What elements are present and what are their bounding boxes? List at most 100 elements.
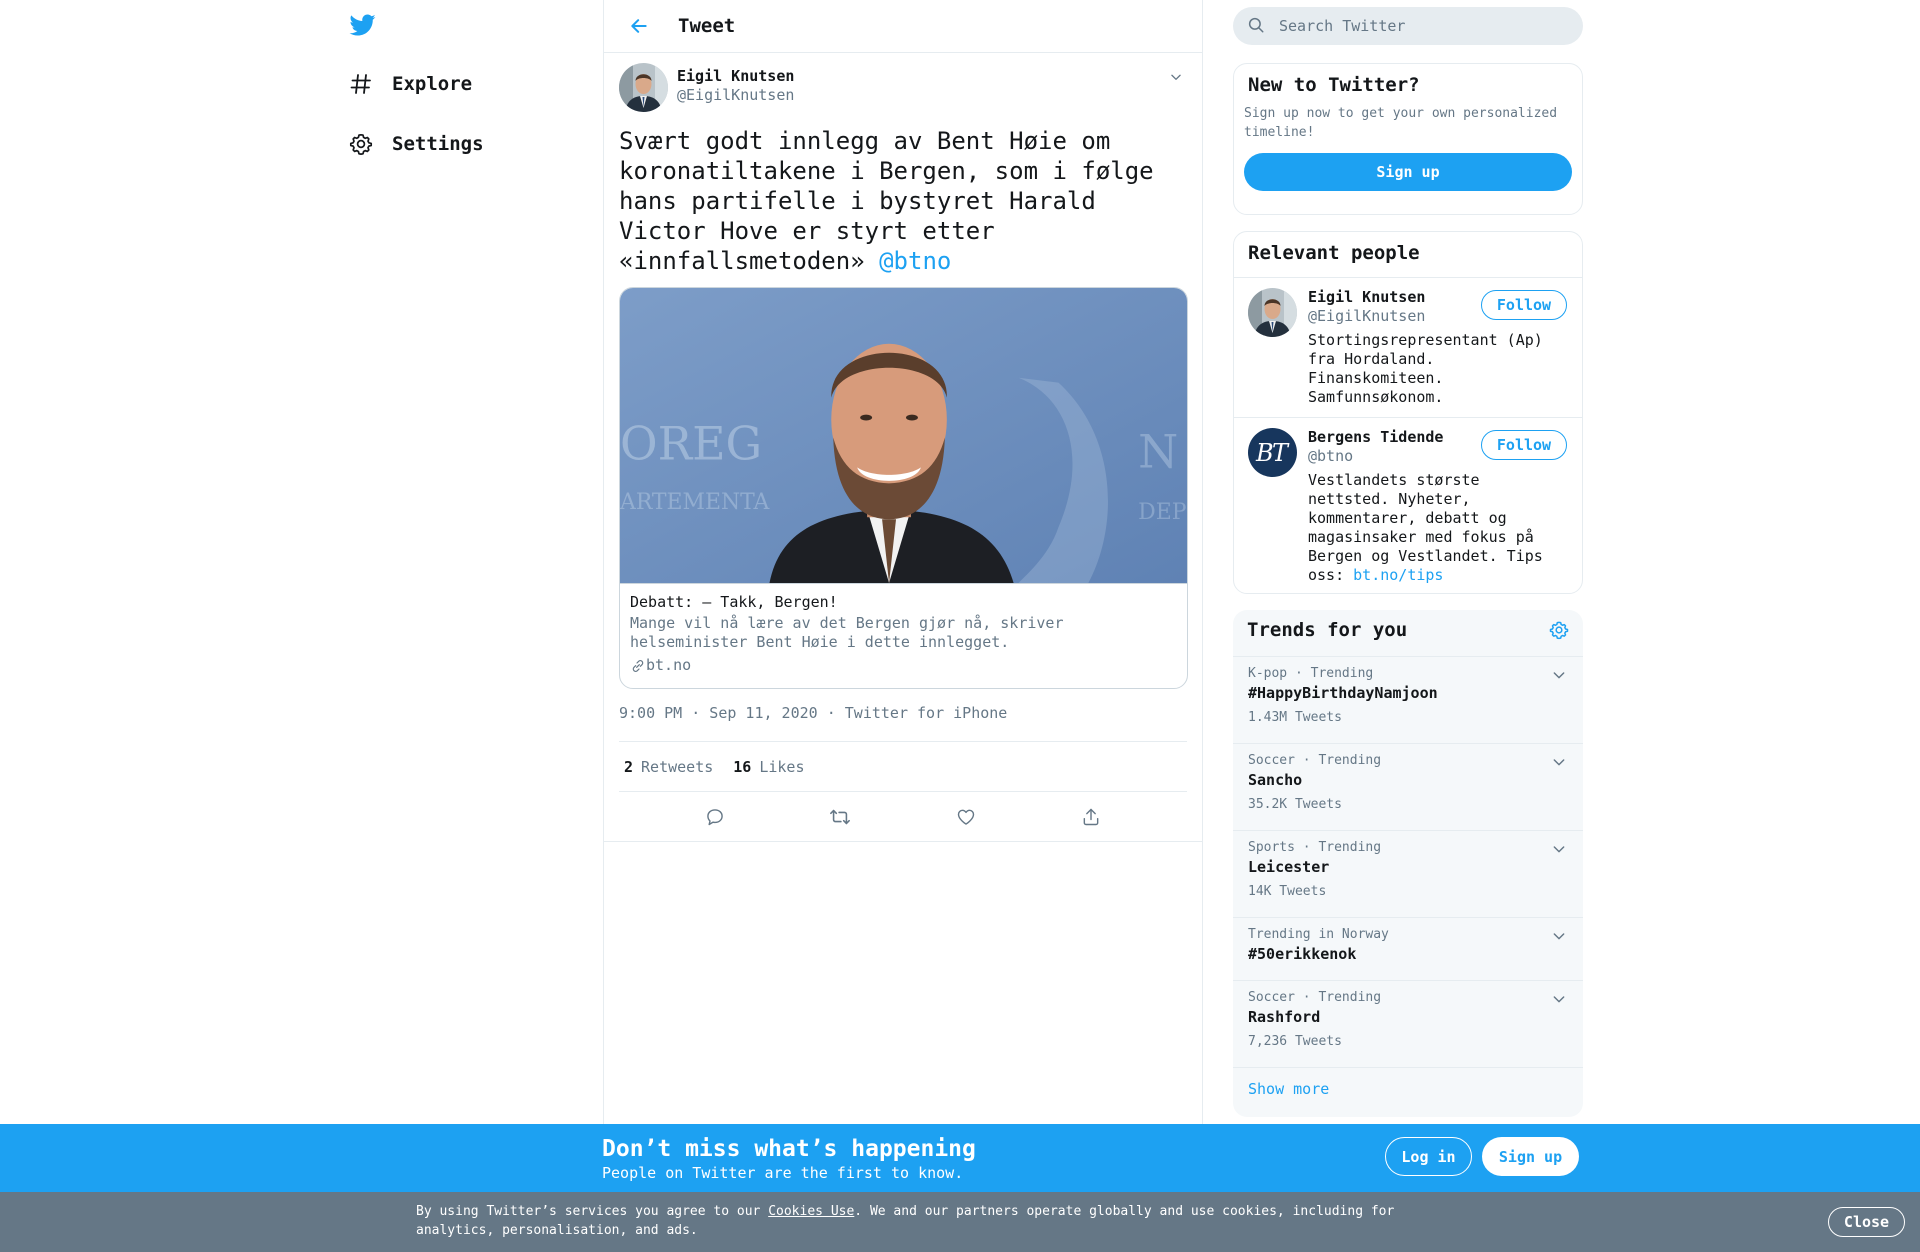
avatar[interactable]	[619, 63, 668, 112]
gear-icon[interactable]	[1549, 620, 1569, 640]
chevron-down-icon[interactable]	[1551, 928, 1569, 946]
prompt-subtitle: People on Twitter are the first to know.	[602, 1164, 964, 1182]
new-to-twitter-title: New to Twitter?	[1248, 74, 1420, 96]
mention-link[interactable]: @btno	[879, 247, 951, 275]
chevron-down-icon[interactable]	[1551, 754, 1569, 772]
chevron-down-icon[interactable]	[1551, 991, 1569, 1009]
retweets-count: 2	[624, 757, 634, 776]
trend-context: Trending in Norway	[1248, 927, 1389, 942]
author-name[interactable]: Eigil Knutsen	[677, 67, 794, 86]
trend-context: Sports · Trending	[1248, 840, 1382, 855]
gear-icon	[348, 131, 374, 157]
new-to-twitter-panel: New to Twitter? Sign up now to get your …	[1233, 63, 1583, 215]
signup-button[interactable]: Sign up	[1482, 1137, 1579, 1176]
svg-text:ARTEMENTA: ARTEMENTA	[620, 490, 771, 515]
tweet-actions	[604, 792, 1202, 842]
card-image[interactable]: OREG ARTEMENTA N DEP	[620, 288, 1187, 584]
retweets-stat[interactable]: 2 Retweets	[624, 758, 713, 776]
nav-label-settings: Settings	[392, 133, 484, 155]
nav-item-explore[interactable]: Explore	[348, 64, 472, 104]
svg-text:DEP: DEP	[1138, 500, 1186, 525]
avatar[interactable]	[1248, 288, 1297, 337]
bio-link[interactable]: bt.no/tips	[1353, 566, 1443, 584]
nav-label-explore: Explore	[392, 73, 473, 95]
twitter-bird-icon[interactable]	[348, 12, 380, 42]
tweet-text: Svært godt innlegg av Bent Høie om koron…	[619, 126, 1189, 276]
tweet-timestamp[interactable]: 9:00 PM · Sep 11, 2020 · Twitter for iPh…	[619, 702, 1187, 742]
relevant-people-title: Relevant people	[1234, 232, 1582, 278]
tweet-header: Tweet	[604, 0, 1202, 53]
trend-context: Soccer · Trending	[1248, 753, 1382, 768]
trend-name: Sancho	[1248, 771, 1303, 789]
card-domain: bt.no	[646, 656, 692, 674]
follow-button[interactable]: Follow	[1481, 430, 1567, 460]
retweet-icon[interactable]	[825, 802, 855, 832]
search-icon	[1247, 16, 1267, 36]
page-title: Tweet	[678, 15, 736, 37]
tweet-stats: 2 Retweets 16 Likes	[619, 742, 1187, 792]
new-to-twitter-subtitle: Sign up now to get your own personalized…	[1244, 106, 1558, 140]
login-button[interactable]: Log in	[1385, 1137, 1472, 1176]
chevron-down-icon[interactable]	[1551, 667, 1569, 685]
trends-title: Trends for you	[1247, 619, 1408, 641]
link-card[interactable]: OREG ARTEMENTA N DEP Debatt: – Takk, Ber…	[619, 287, 1188, 689]
trend-item[interactable]: Trending in Norway #50erikkenok	[1233, 918, 1583, 981]
svg-text:OREG: OREG	[620, 416, 762, 470]
person-card[interactable]: B T Bergens Tidende @btno Vestlandets st…	[1234, 417, 1582, 593]
trend-name: Rashford	[1248, 1008, 1321, 1026]
reply-icon[interactable]	[700, 802, 730, 832]
trend-item[interactable]: K-pop · Trending #HappyBirthdayNamjoon 1…	[1233, 657, 1583, 744]
hashtag-icon	[348, 71, 374, 97]
trends-panel: Trends for you K-pop · Trending #HappyBi…	[1233, 610, 1583, 1117]
trend-name: #HappyBirthdayNamjoon	[1248, 684, 1438, 702]
person-bio-text: Stortingsrepresentant (Ap) fra Hordaland…	[1308, 331, 1543, 406]
back-arrow-icon[interactable]	[622, 9, 656, 43]
trend-context: K-pop · Trending	[1248, 666, 1374, 681]
search-input[interactable]	[1279, 17, 1559, 35]
link-icon	[630, 658, 646, 674]
cookie-text: By using Twitter’s services you agree to…	[416, 1202, 1436, 1240]
retweets-label: Retweets	[641, 757, 714, 776]
prompt-title: Don’t miss what’s happening	[602, 1136, 976, 1162]
chevron-down-icon[interactable]	[1551, 841, 1569, 859]
person-bio: Vestlandets største nettsted. Nyheter, k…	[1308, 471, 1558, 585]
cookie-text-before: By using Twitter’s services you agree to…	[416, 1204, 769, 1219]
nav-item-settings[interactable]: Settings	[348, 124, 484, 164]
svg-text:B: B	[1255, 439, 1274, 467]
cookies-use-link[interactable]: Cookies Use	[768, 1204, 854, 1219]
trend-item[interactable]: Soccer · Trending Sancho 35.2K Tweets	[1233, 744, 1583, 831]
trend-name: Leicester	[1248, 858, 1330, 876]
likes-count: 16	[733, 757, 752, 776]
cookie-banner: By using Twitter’s services you agree to…	[0, 1192, 1920, 1252]
trend-count: 35.2K Tweets	[1248, 797, 1342, 812]
trend-item[interactable]: Sports · Trending Leicester 14K Tweets	[1233, 831, 1583, 918]
search-bar[interactable]	[1233, 7, 1583, 45]
avatar[interactable]: B T	[1248, 428, 1297, 477]
trend-count: 1.43M Tweets	[1248, 710, 1342, 725]
trend-name: #50erikkenok	[1248, 945, 1357, 963]
card-title: Debatt: – Takk, Bergen!	[630, 593, 838, 611]
close-button[interactable]: Close	[1828, 1207, 1905, 1237]
share-icon[interactable]	[1076, 802, 1106, 832]
trend-count: 7,236 Tweets	[1248, 1034, 1342, 1049]
person-bio: Stortingsrepresentant (Ap) fra Hordaland…	[1308, 331, 1558, 407]
show-more-link[interactable]: Show more	[1233, 1068, 1583, 1110]
trend-context: Soccer · Trending	[1248, 990, 1382, 1005]
relevant-people-panel: Relevant people Eigil Knutsen @EigilKnut…	[1233, 231, 1583, 594]
follow-button[interactable]: Follow	[1481, 290, 1567, 320]
main-column: Tweet Eigil Knutsen @EigilKnutsen Svært …	[603, 0, 1203, 1124]
person-card[interactable]: Eigil Knutsen @EigilKnutsen Stortingsrep…	[1234, 278, 1582, 417]
likes-stat[interactable]: 16 Likes	[733, 758, 804, 776]
like-heart-icon[interactable]	[951, 802, 981, 832]
likes-label: Likes	[759, 757, 805, 776]
svg-text:T: T	[1272, 439, 1290, 467]
card-description: Mange vil nå lære av det Bergen gjør nå,…	[630, 614, 1064, 651]
svg-text:N: N	[1138, 424, 1178, 478]
trend-count: 14K Tweets	[1248, 884, 1327, 899]
tweet-author[interactable]: Eigil Knutsen @EigilKnutsen	[619, 63, 1187, 115]
trend-item[interactable]: Soccer · Trending Rashford 7,236 Tweets	[1233, 981, 1583, 1068]
tweet: Eigil Knutsen @EigilKnutsen Svært godt i…	[604, 53, 1202, 842]
author-handle[interactable]: @EigilKnutsen	[677, 86, 794, 105]
chevron-down-icon[interactable]	[1166, 67, 1186, 87]
signup-button[interactable]: Sign up	[1244, 153, 1572, 191]
